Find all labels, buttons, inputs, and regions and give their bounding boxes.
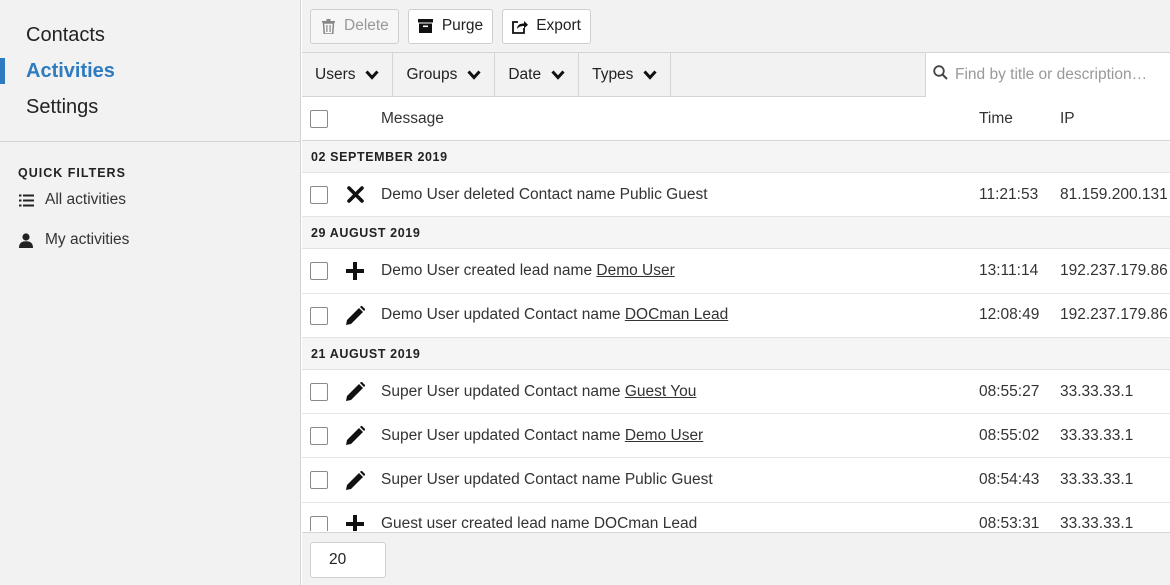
users-filter-label: Users bbox=[315, 66, 356, 83]
chevron-down-icon bbox=[643, 70, 658, 80]
row-ip: 81.159.200.131 bbox=[1060, 185, 1168, 203]
plus-icon bbox=[345, 514, 365, 531]
quick-filter-my-activities[interactable]: My activities bbox=[0, 220, 300, 260]
date-filter-dropdown[interactable]: Date bbox=[495, 53, 580, 97]
date-filter-label: Date bbox=[508, 66, 542, 83]
table-row: Super User updated Contact name Public G… bbox=[302, 458, 1170, 503]
row-time: 08:54:43 bbox=[979, 471, 1040, 489]
types-filter-label: Types bbox=[592, 66, 634, 83]
row-ip: 33.33.33.1 bbox=[1060, 382, 1134, 400]
purge-button[interactable]: Purge bbox=[407, 8, 494, 44]
quick-filter-label: All activities bbox=[45, 191, 126, 208]
row-ip: 192.237.179.86 bbox=[1060, 306, 1168, 324]
chevron-down-icon bbox=[467, 70, 481, 80]
row-checkbox[interactable] bbox=[310, 186, 328, 204]
pencil-icon bbox=[345, 426, 365, 446]
nav-item-settings[interactable]: Settings bbox=[0, 94, 300, 130]
pencil-icon bbox=[345, 305, 365, 325]
row-checkbox[interactable] bbox=[310, 262, 328, 281]
row-time: 13:11:14 bbox=[979, 261, 1039, 279]
column-header-time: Time bbox=[979, 109, 1013, 127]
row-ip: 33.33.33.1 bbox=[1060, 515, 1134, 531]
quick-filter-label: My activities bbox=[45, 231, 130, 248]
pencil-icon bbox=[345, 470, 365, 490]
date-group-header: 21 AUGUST 2019 bbox=[302, 337, 1170, 370]
export-label: Export bbox=[536, 17, 581, 34]
select-all-checkbox[interactable] bbox=[310, 109, 328, 128]
nav-item-contacts[interactable]: Contacts bbox=[0, 22, 300, 58]
groups-filter-label: Groups bbox=[406, 66, 458, 83]
row-ip: 33.33.33.1 bbox=[1060, 471, 1134, 489]
row-time: 11:21:53 bbox=[979, 185, 1039, 203]
row-checkbox[interactable] bbox=[310, 306, 328, 325]
row-link[interactable]: Demo User bbox=[596, 262, 674, 279]
toolbar: Delete Purge Export bbox=[302, 0, 1170, 53]
row-time: 08:53:31 bbox=[979, 515, 1040, 531]
user-icon bbox=[18, 232, 34, 248]
row-message: Demo User deleted Contact name Public Gu… bbox=[381, 185, 708, 203]
plus-icon bbox=[345, 261, 365, 281]
list-icon bbox=[18, 192, 34, 208]
row-checkbox[interactable] bbox=[310, 471, 328, 490]
row-checkbox[interactable] bbox=[310, 382, 328, 401]
delete-x-icon bbox=[345, 185, 365, 205]
nav-item-activities[interactable]: Activities bbox=[0, 58, 300, 94]
types-filter-dropdown[interactable]: Types bbox=[579, 53, 672, 97]
chevron-down-icon bbox=[365, 70, 380, 80]
row-link[interactable]: DOCman Lead bbox=[625, 306, 728, 323]
search-box[interactable] bbox=[925, 53, 1170, 97]
row-ip: 192.237.179.86 bbox=[1060, 261, 1168, 279]
delete-label: Delete bbox=[344, 17, 389, 34]
delete-button[interactable]: Delete bbox=[310, 8, 399, 44]
row-message: Super User updated Contact name Guest Yo… bbox=[381, 382, 697, 400]
table-row: Guest user created lead name DOCman Lead… bbox=[302, 503, 1170, 531]
row-checkbox[interactable] bbox=[310, 515, 328, 531]
purge-label: Purge bbox=[441, 17, 484, 34]
row-message: Super User updated Contact name Public G… bbox=[381, 471, 713, 489]
date-group-header: 29 AUGUST 2019 bbox=[302, 217, 1170, 250]
row-time: 12:08:49 bbox=[979, 306, 1040, 324]
table-row: Demo User updated Contact name DOCman Le… bbox=[302, 294, 1170, 338]
table-row: Super User updated Contact name Guest Yo… bbox=[302, 370, 1170, 415]
pencil-icon bbox=[345, 382, 365, 402]
sidebar: Contacts Activities Settings QUICK FILTE… bbox=[0, 0, 301, 585]
row-message: Demo User updated Contact name DOCman Le… bbox=[381, 306, 729, 324]
users-filter-dropdown[interactable]: Users bbox=[302, 53, 394, 97]
row-time: 08:55:02 bbox=[979, 426, 1040, 444]
export-icon bbox=[512, 18, 529, 34]
row-link[interactable]: Demo User bbox=[625, 427, 703, 444]
groups-filter-dropdown[interactable]: Groups bbox=[393, 53, 496, 97]
pagination-footer: 20 bbox=[302, 532, 1170, 585]
main-panel: Delete Purge Export Users Groups Date Ty… bbox=[302, 0, 1170, 585]
filter-bar: Users Groups Date Types bbox=[302, 53, 1170, 97]
archive-icon bbox=[418, 18, 434, 34]
row-link[interactable]: Guest You bbox=[625, 383, 697, 400]
row-message: Guest user created lead name DOCman Lead bbox=[381, 515, 698, 531]
row-checkbox[interactable] bbox=[310, 427, 328, 446]
table-header: Message Time IP bbox=[302, 97, 1170, 141]
search-input[interactable] bbox=[955, 66, 1165, 84]
table-row: Demo User deleted Contact name Public Gu… bbox=[302, 173, 1170, 218]
export-button[interactable]: Export bbox=[502, 8, 591, 44]
activity-list: 02 SEPTEMBER 2019 Demo User deleted Cont… bbox=[302, 141, 1170, 531]
column-header-ip: IP bbox=[1060, 109, 1075, 127]
column-header-message: Message bbox=[381, 109, 444, 127]
row-time: 08:55:27 bbox=[979, 382, 1040, 400]
table-row: Super User updated Contact name Demo Use… bbox=[302, 414, 1170, 459]
row-message: Demo User created lead name Demo User bbox=[381, 261, 675, 279]
row-ip: 33.33.33.1 bbox=[1060, 426, 1134, 444]
filter-spacer bbox=[671, 53, 925, 96]
main-nav: Contacts Activities Settings bbox=[0, 0, 300, 142]
search-icon bbox=[933, 65, 948, 85]
quick-filter-all-activities[interactable]: All activities bbox=[0, 180, 300, 220]
quick-filters-heading: QUICK FILTERS bbox=[18, 166, 126, 180]
row-message: Super User updated Contact name Demo Use… bbox=[381, 426, 704, 444]
chevron-down-icon bbox=[551, 70, 565, 80]
trash-icon bbox=[320, 18, 336, 34]
page-limit-select[interactable]: 20 bbox=[310, 542, 386, 578]
date-group-header: 02 SEPTEMBER 2019 bbox=[302, 141, 1170, 173]
table-row: Demo User created lead name Demo User 13… bbox=[302, 249, 1170, 294]
